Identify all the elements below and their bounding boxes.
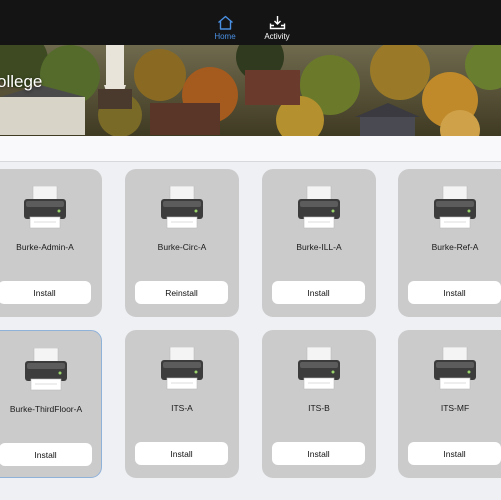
nav-activity-label: Activity bbox=[264, 32, 290, 41]
printer-icon bbox=[295, 185, 343, 235]
printer-action-button[interactable]: Install bbox=[408, 281, 501, 304]
printer-card[interactable]: ITS-A Install bbox=[125, 330, 239, 478]
nav-home-label: Home bbox=[214, 32, 236, 41]
toolbar-strip bbox=[0, 136, 501, 162]
tray-download-icon bbox=[269, 16, 285, 30]
printer-action-button[interactable]: Install bbox=[0, 281, 91, 304]
printer-name: Burke-ILL-A bbox=[296, 242, 342, 252]
nav-activity-tab[interactable]: Activity bbox=[247, 0, 307, 45]
printer-action-button[interactable]: Install bbox=[272, 281, 365, 304]
campus-photo bbox=[0, 45, 501, 136]
printer-icon bbox=[158, 185, 206, 235]
printer-action-button[interactable]: Reinstall bbox=[135, 281, 228, 304]
printer-action-button[interactable]: Install bbox=[135, 442, 228, 465]
hero-title: ollege bbox=[0, 72, 43, 91]
printer-card[interactable]: ITS-B Install bbox=[262, 330, 376, 478]
printer-icon bbox=[295, 346, 343, 396]
hero-banner: ollege bbox=[0, 45, 501, 136]
printer-name: Burke-Circ-A bbox=[157, 242, 207, 252]
top-navigation-bar: Home Activity bbox=[0, 0, 501, 45]
printer-card[interactable]: Burke-ThirdFloor-A Install bbox=[0, 330, 102, 478]
nav-home-tab[interactable]: Home bbox=[195, 0, 255, 45]
printer-name: ITS-B bbox=[308, 403, 330, 413]
printer-icon bbox=[22, 347, 70, 397]
printer-action-button[interactable]: Install bbox=[0, 443, 92, 466]
printer-name: Burke-Admin-A bbox=[16, 242, 74, 252]
printer-action-button[interactable]: Install bbox=[408, 442, 501, 465]
printer-action-button[interactable]: Install bbox=[272, 442, 365, 465]
home-icon bbox=[217, 15, 233, 30]
printer-name: ITS-MF bbox=[440, 403, 470, 413]
printer-icon bbox=[158, 346, 206, 396]
printer-icon bbox=[431, 346, 479, 396]
printer-card[interactable]: Burke-ILL-A Install bbox=[262, 169, 376, 317]
printer-name: ITS-A bbox=[171, 403, 193, 413]
printer-name: Burke-Ref-A bbox=[431, 242, 479, 252]
printer-icon bbox=[431, 185, 479, 235]
printer-name: Burke-ThirdFloor-A bbox=[9, 404, 83, 414]
printer-card[interactable]: Burke-Admin-A Install bbox=[0, 169, 102, 317]
printer-card[interactable]: Burke-Circ-A Reinstall bbox=[125, 169, 239, 317]
printer-card[interactable]: Burke-Ref-A Install bbox=[398, 169, 501, 317]
printer-icon bbox=[21, 185, 69, 235]
printer-card[interactable]: ITS-MF Install bbox=[398, 330, 501, 478]
